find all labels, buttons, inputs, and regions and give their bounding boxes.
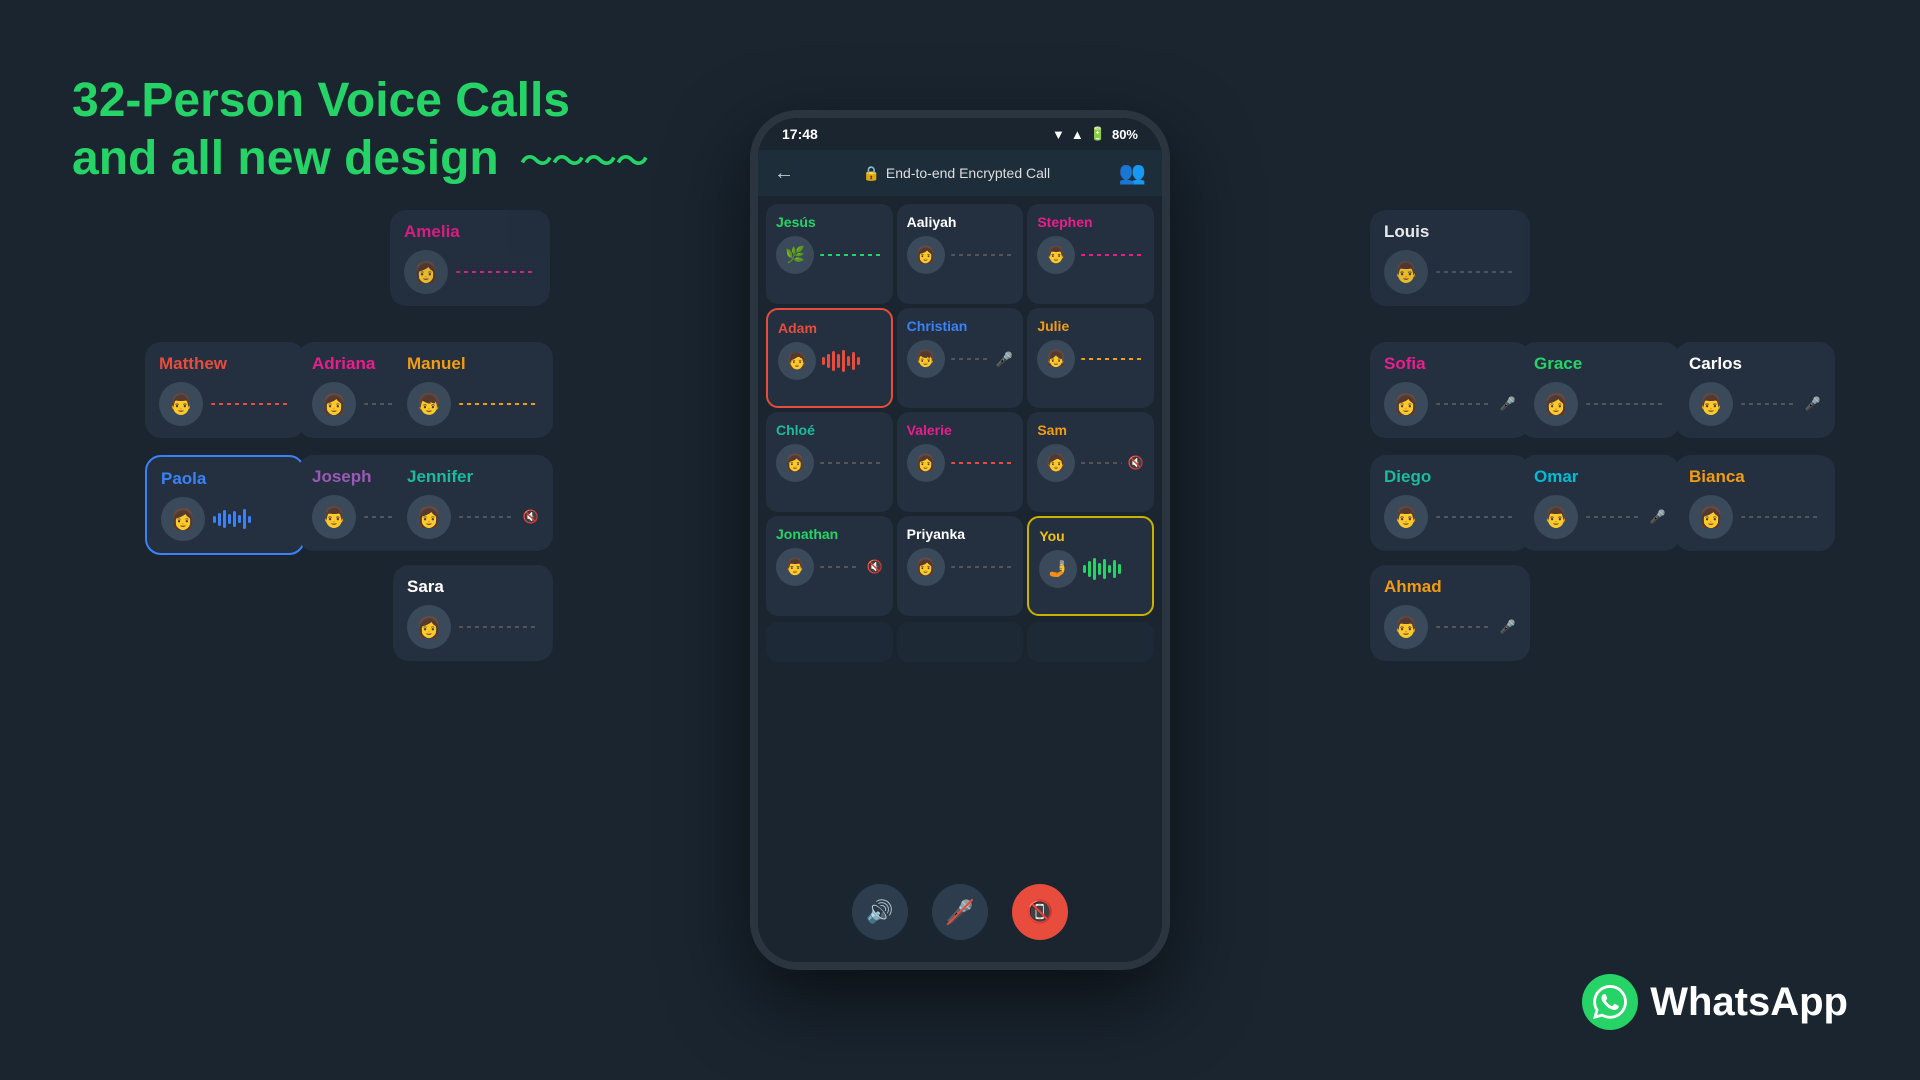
participant-aaliyah: Aaliyah 👩 [897, 204, 1024, 304]
avatar-adam: 🧑 [778, 342, 816, 380]
avatar-you: 🤳 [1039, 550, 1077, 588]
avatar-manuel: 👦 [407, 382, 451, 426]
battery-icon: 🔋 [1090, 126, 1106, 142]
participant-sam: Sam 🧑 🔇 [1027, 412, 1154, 512]
float-card-ahmad: Ahmad 👨 🎤 [1370, 565, 1530, 661]
you-waveform [1083, 558, 1142, 580]
call-header: ← 🔒 End-to-end Encrypted Call 👥 [758, 150, 1162, 196]
hero-line1: 32-Person Voice Calls [72, 72, 648, 130]
participant-jesus: Jesús 🌿 [766, 204, 893, 304]
lock-icon: 🔒 [862, 165, 879, 182]
more-participants-row [762, 620, 1158, 664]
float-card-carlos: Carlos 👨 🎤 [1675, 342, 1835, 438]
avatar-chloe: 👩 [776, 444, 814, 482]
avatar-aaliyah: 👩 [907, 236, 945, 274]
float-card-bianca: Bianca 👩 [1675, 455, 1835, 551]
participant-you: You 🤳 [1027, 516, 1154, 616]
float-card-louis: Louis 👨 [1370, 210, 1530, 306]
avatar-amelia: 👩 [404, 250, 448, 294]
avatar-adriana: 👩 [312, 382, 356, 426]
float-card-paola: Paola 👩 [145, 455, 305, 555]
status-icons: ▼ ▲ 🔋 80% [1052, 126, 1138, 142]
participant-jonathan: Jonathan 👨 🔇 [766, 516, 893, 616]
float-card-jennifer: Jennifer 👩 🔇 [393, 455, 553, 551]
participant-julie: Julie 👧 [1027, 308, 1154, 408]
waveform-decoration: 〜〜〜〜 [520, 142, 648, 180]
avatar-jesus: 🌿 [776, 236, 814, 274]
avatar-julie: 👧 [1037, 340, 1075, 378]
mic-ahmad: 🎤 [1500, 619, 1516, 635]
avatar-omar: 👨 [1534, 495, 1578, 539]
float-card-omar: Omar 👨 🎤 [1520, 455, 1680, 551]
whatsapp-name: WhatsApp [1650, 980, 1848, 1025]
end-call-button[interactable]: 📵 [1012, 884, 1068, 940]
avatar-sam: 🧑 [1037, 444, 1075, 482]
battery-percent: 80% [1112, 127, 1138, 142]
mic-sam: 🔇 [1128, 455, 1144, 471]
mute-button[interactable]: 🎤 [932, 884, 988, 940]
avatar-louis: 👨 [1384, 250, 1428, 294]
avatar-jonathan: 👨 [776, 548, 814, 586]
float-card-matthew: Matthew 👨 [145, 342, 305, 438]
hero-text: 32-Person Voice Calls and all new design… [72, 72, 648, 187]
avatar-priyanka: 👩 [907, 548, 945, 586]
avatar-joseph: 👨 [312, 495, 356, 539]
hero-line2: and all new design 〜〜〜〜 [72, 130, 648, 188]
phone-device: 17:48 ▼ ▲ 🔋 80% ← 🔒 End-to-end Encrypted… [750, 110, 1170, 970]
avatar-ahmad: 👨 [1384, 605, 1428, 649]
status-time: 17:48 [782, 126, 818, 142]
mic-carlos: 🎤 [1805, 396, 1821, 412]
avatar-sofia: 👩 [1384, 382, 1428, 426]
add-participant-icon[interactable]: 👥 [1119, 160, 1146, 186]
whatsapp-brand: WhatsApp [1582, 974, 1848, 1030]
avatar-grace: 👩 [1534, 382, 1578, 426]
adam-waveform [822, 350, 881, 372]
status-bar: 17:48 ▼ ▲ 🔋 80% [758, 118, 1162, 150]
mic-jennifer: 🔇 [523, 509, 539, 525]
avatar-stephen: 👨 [1037, 236, 1075, 274]
avatar-paola: 👩 [161, 497, 205, 541]
mic-sofia: 🎤 [1500, 396, 1516, 412]
avatar-valerie: 👩 [907, 444, 945, 482]
participant-christian: Christian 👦 🎤 [897, 308, 1024, 408]
float-card-sofia: Sofia 👩 🎤 [1370, 342, 1530, 438]
participant-chloe: Chloé 👩 [766, 412, 893, 512]
call-controls[interactable]: 🔊 🎤 📵 [758, 862, 1162, 962]
paola-waveform [213, 509, 289, 529]
avatar-bianca: 👩 [1689, 495, 1733, 539]
avatar-diego: 👨 [1384, 495, 1428, 539]
participant-stephen: Stephen 👨 [1027, 204, 1154, 304]
speaker-button[interactable]: 🔊 [852, 884, 908, 940]
mic-christian: 🎤 [996, 351, 1013, 368]
avatar-carlos: 👨 [1689, 382, 1733, 426]
participant-priyanka: Priyanka 👩 [897, 516, 1024, 616]
avatar-jennifer: 👩 [407, 495, 451, 539]
float-card-manuel: Manuel 👦 [393, 342, 553, 438]
participant-valerie: Valerie 👩 [897, 412, 1024, 512]
avatar-christian: 👦 [907, 340, 945, 378]
wifi-icon: ▼ [1052, 127, 1065, 142]
float-card-sara: Sara 👩 [393, 565, 553, 661]
signal-icon: ▲ [1071, 127, 1084, 142]
participants-grid: Jesús 🌿 Aaliyah 👩 Stephen [762, 200, 1158, 620]
float-card-grace: Grace 👩 [1520, 342, 1680, 438]
back-icon[interactable]: ← [774, 162, 794, 185]
mic-omar: 🎤 [1650, 509, 1666, 525]
call-title: 🔒 End-to-end Encrypted Call [862, 165, 1050, 182]
participant-adam: Adam 🧑 [766, 308, 893, 408]
float-card-diego: Diego 👨 [1370, 455, 1530, 551]
whatsapp-logo [1582, 974, 1638, 1030]
avatar-matthew: 👨 [159, 382, 203, 426]
mic-jonathan: 🔇 [866, 559, 882, 575]
avatar-sara: 👩 [407, 605, 451, 649]
float-card-amelia: Amelia 👩 [390, 210, 550, 306]
